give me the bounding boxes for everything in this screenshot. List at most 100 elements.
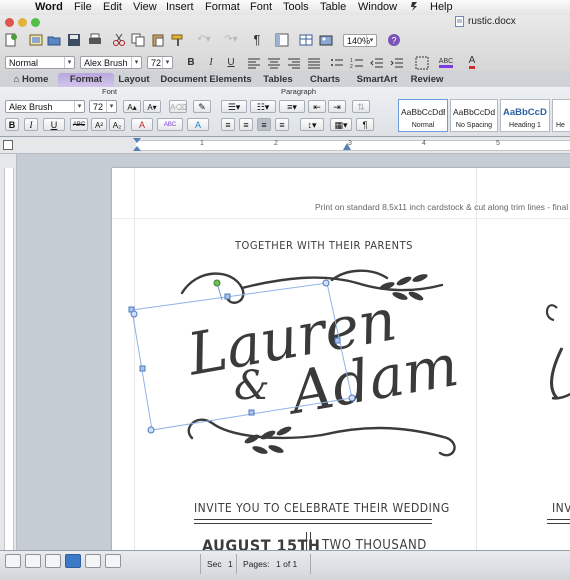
menu-font[interactable]: Font (250, 1, 272, 13)
right-indent-marker-icon[interactable] (343, 142, 351, 154)
menu-format[interactable]: Format (205, 1, 240, 13)
shrink-font-button[interactable]: A▾ (143, 100, 161, 113)
vertical-ruler[interactable] (0, 154, 17, 550)
font-size-select[interactable]: 72 ▾ (147, 56, 173, 69)
text-direction-icon[interactable]: ⇅ (352, 100, 370, 113)
menu-tools[interactable]: Tools (283, 1, 309, 13)
borders-icon[interactable] (412, 55, 432, 70)
ribbon-highlight-button[interactable]: ABC (157, 118, 183, 131)
menu-insert[interactable]: Insert (166, 1, 194, 13)
ribbon-font-select[interactable]: Alex Brush ▾ (5, 100, 85, 113)
bullets-icon[interactable] (329, 55, 345, 70)
line-spacing-icon[interactable]: ↕▾ (300, 118, 324, 131)
show-formatting-icon[interactable]: ¶ (249, 32, 265, 47)
document-page[interactable]: Print on standard 8.5x11 inch cardstock … (112, 168, 570, 550)
publishing-view-icon[interactable] (45, 554, 61, 568)
clear-format-button[interactable]: A⌫ (169, 100, 187, 113)
highlight-icon[interactable]: ABC (436, 55, 456, 70)
zoom-window-button[interactable] (31, 18, 40, 27)
ribbon-italic-button[interactable]: I (24, 118, 38, 131)
horizontal-ruler[interactable]: 1 2 3 4 5 (0, 137, 570, 154)
new-document-icon[interactable] (3, 32, 19, 47)
tab-home[interactable]: ⌂ Home (8, 73, 54, 87)
format-painter-icon[interactable] (170, 32, 186, 47)
tab-layout[interactable]: Layout (113, 73, 155, 87)
ribbon-decrease-indent-icon[interactable]: ⇤ (308, 100, 326, 113)
ribbon-align-center-icon[interactable]: ≡ (239, 118, 253, 131)
strikethrough-button[interactable]: ABC (70, 118, 88, 131)
phonetic-guide-icon[interactable]: ✎ (193, 100, 211, 113)
style-no-spacing[interactable]: AaBbCcDdEeNo Spacing (450, 99, 498, 132)
ribbon-borders-icon[interactable]: ▦▾ (330, 118, 352, 131)
ribbon-align-right-icon[interactable]: ≡ (257, 118, 271, 131)
ribbon-multilevel-icon[interactable]: ≡▾ (279, 100, 305, 113)
numbering-icon[interactable]: 12 (349, 55, 365, 70)
sidebar-icon[interactable] (271, 32, 293, 47)
focus-view-icon[interactable] (105, 554, 121, 568)
tab-document-elements[interactable]: Document Elements (160, 73, 252, 87)
justify-icon[interactable] (306, 55, 322, 70)
style-select[interactable]: Normal ▾ (5, 56, 75, 69)
align-center-icon[interactable] (266, 55, 282, 70)
cut-icon[interactable] (111, 32, 127, 47)
ribbon-increase-indent-icon[interactable]: ⇥ (328, 100, 346, 113)
tab-smartart[interactable]: SmartArt (352, 73, 402, 87)
ribbon-underline-button[interactable]: U (43, 118, 65, 131)
left-indent-marker-icon[interactable] (133, 138, 141, 155)
print-layout-view-icon[interactable] (65, 554, 81, 568)
decrease-indent-icon[interactable] (369, 55, 385, 70)
tab-format[interactable]: Format (58, 73, 114, 87)
style-heading-1[interactable]: AaBbCcDdHeading 1 (500, 99, 550, 132)
tab-review[interactable]: Review (406, 73, 448, 87)
notebook-view-icon[interactable] (85, 554, 101, 568)
ribbon-bullets-icon[interactable]: ☰▾ (221, 100, 247, 113)
ribbon-numbering-icon[interactable]: ☷▾ (250, 100, 276, 113)
ribbon-justify-icon[interactable]: ≡ (275, 118, 289, 131)
style-normal[interactable]: AaBbCcDdEeNormal (398, 99, 448, 132)
italic-button[interactable]: I (203, 55, 219, 70)
subscript-button[interactable]: A₂ (109, 118, 125, 131)
draft-view-icon[interactable] (5, 554, 21, 568)
menu-help[interactable]: Help (430, 1, 453, 13)
zoom-select[interactable]: 140% ▾ (343, 34, 377, 47)
text-effects-button[interactable]: A (187, 118, 209, 131)
menu-window[interactable]: Window (358, 1, 397, 13)
redo-icon[interactable]: ↷▾ (220, 32, 242, 47)
ribbon-font-color-button[interactable]: A (131, 118, 153, 131)
tab-selector-icon[interactable] (3, 140, 13, 150)
show-hide-icon[interactable]: ¶ (356, 118, 374, 131)
superscript-button[interactable]: A² (91, 118, 107, 131)
ribbon-align-left-icon[interactable]: ≡ (221, 118, 235, 131)
menu-table[interactable]: Table (320, 1, 346, 13)
minimize-window-button[interactable] (18, 18, 27, 27)
copy-icon[interactable] (130, 32, 146, 47)
tab-charts[interactable]: Charts (304, 73, 346, 87)
document-canvas[interactable]: Print on standard 8.5x11 inch cardstock … (17, 154, 570, 550)
help-icon[interactable]: ? (386, 32, 402, 47)
menu-view[interactable]: View (133, 1, 157, 13)
menu-word[interactable]: Word (35, 1, 63, 13)
table-icon[interactable] (298, 32, 314, 47)
close-window-button[interactable] (5, 18, 14, 27)
undo-icon[interactable]: ↶▾ (193, 32, 215, 47)
outline-view-icon[interactable] (25, 554, 41, 568)
menu-file[interactable]: File (74, 1, 92, 13)
align-left-icon[interactable] (246, 55, 262, 70)
underline-button[interactable]: U (223, 55, 239, 70)
ribbon-font-size-select[interactable]: 72 ▾ (89, 100, 117, 113)
script-icon[interactable] (410, 1, 419, 15)
media-browser-icon[interactable] (318, 32, 334, 47)
tab-tables[interactable]: Tables (257, 73, 299, 87)
save-icon[interactable] (66, 32, 82, 47)
templates-icon[interactable] (28, 32, 44, 47)
style-heading-2[interactable]: He (552, 99, 570, 132)
font-select[interactable]: Alex Brush ▾ (80, 56, 142, 69)
increase-indent-icon[interactable] (389, 55, 405, 70)
paste-icon[interactable] (150, 32, 166, 47)
textbox-selection-outline[interactable] (112, 278, 372, 458)
ribbon-bold-button[interactable]: B (5, 118, 19, 131)
align-right-icon[interactable] (286, 55, 302, 70)
bold-button[interactable]: B (183, 55, 199, 70)
grow-font-button[interactable]: A▴ (123, 100, 141, 113)
menu-edit[interactable]: Edit (103, 1, 122, 13)
